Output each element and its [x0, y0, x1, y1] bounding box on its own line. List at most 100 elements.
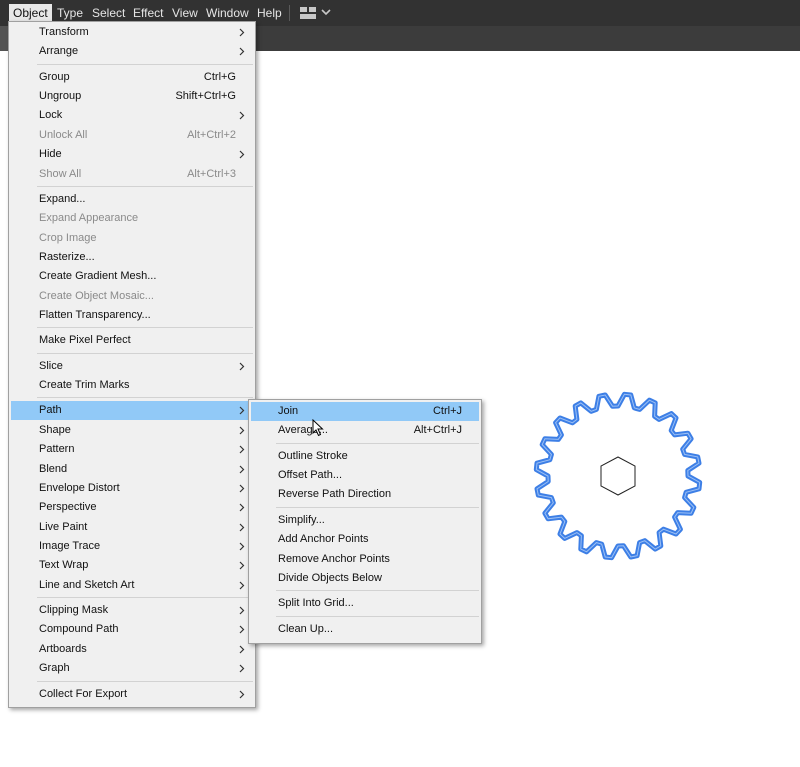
menu-item-label: Artboards	[39, 642, 87, 655]
workspace-layout-icon[interactable]	[300, 7, 316, 19]
menu-item-show-all[interactable]: Show All Alt+Ctrl+3	[11, 165, 253, 184]
menu-item-shortcut: Ctrl+G	[203, 70, 236, 83]
menu-item-reverse-path-direction[interactable]: Reverse Path Direction	[251, 485, 479, 504]
menu-item-graph[interactable]: Graph	[11, 659, 253, 678]
menu-object[interactable]: Object	[9, 4, 52, 22]
menu-item-add-anchor-points[interactable]: Add Anchor Points	[251, 530, 479, 549]
menu-item-perspective[interactable]: Perspective	[11, 498, 253, 517]
menu-item-label: Unlock All	[39, 128, 88, 141]
menu-item-clipping-mask[interactable]: Clipping Mask	[11, 601, 253, 620]
menu-item-label: Line and Sketch Art	[39, 578, 135, 591]
menu-item-text-wrap[interactable]: Text Wrap	[11, 556, 253, 575]
menu-item-simplify[interactable]: Simplify...	[251, 511, 479, 530]
menu-item-live-paint[interactable]: Live Paint	[11, 518, 253, 537]
chevron-down-icon[interactable]	[321, 3, 331, 24]
menu-window[interactable]: Window	[202, 4, 253, 22]
menu-item-label: Arrange	[39, 45, 79, 58]
menu-item-label: Collect For Export	[39, 687, 128, 700]
menu-item-label: Slice	[39, 359, 63, 372]
menu-item-line-and-sketch-art[interactable]: Line and Sketch Art	[11, 576, 253, 595]
menu-item-expand[interactable]: Expand...	[11, 190, 253, 209]
menu-item-lock[interactable]: Lock	[11, 106, 253, 125]
menu-item-shortcut: Alt+Ctrl+J	[413, 424, 462, 437]
menu-item-clean-up[interactable]: Clean Up...	[251, 620, 479, 639]
menu-item-shortcut: Shift+Ctrl+G	[175, 90, 236, 103]
menu-item-hide[interactable]: Hide	[11, 145, 253, 164]
menu-view[interactable]: View	[168, 4, 202, 22]
menu-item-label: Pattern	[39, 443, 75, 456]
menu-item-blend[interactable]: Blend	[11, 460, 253, 479]
menu-item-label: Create Gradient Mesh...	[39, 270, 157, 283]
menu-item-average[interactable]: Average... Alt+Ctrl+J	[251, 421, 479, 440]
menu-divider	[276, 615, 479, 617]
menu-item-unlock-all[interactable]: Unlock All Alt+Ctrl+2	[11, 126, 253, 145]
menu-item-create-gradient-mesh[interactable]: Create Gradient Mesh...	[11, 267, 253, 286]
menu-item-create-object-mosaic[interactable]: Create Object Mosaic...	[11, 287, 253, 306]
gear-outline-inner	[535, 393, 701, 559]
menu-item-label: Clipping Mask	[39, 604, 109, 617]
menu-item-ungroup[interactable]: Ungroup Shift+Ctrl+G	[11, 87, 253, 106]
menu-item-group[interactable]: Group Ctrl+G	[11, 68, 253, 87]
path-submenu: Join Ctrl+J Average... Alt+Ctrl+J Outline St…	[248, 399, 482, 644]
menu-item-label: Compound Path	[39, 623, 119, 636]
menu-item-join[interactable]: Join Ctrl+J	[251, 402, 479, 421]
menu-item-compound-path[interactable]: Compound Path	[11, 620, 253, 639]
menu-item-outline-stroke[interactable]: Outline Stroke	[251, 447, 479, 466]
menu-item-label: Image Trace	[39, 540, 101, 552]
menu-item-label: Text Wrap	[39, 559, 89, 572]
menu-item-collect-for-export[interactable]: Collect For Export	[11, 685, 253, 704]
document-tab-edge	[0, 26, 8, 51]
menu-item-pattern[interactable]: Pattern	[11, 440, 253, 459]
menu-item-label: Split Into Grid...	[278, 597, 354, 610]
menu-item-arrange[interactable]: Arrange	[11, 42, 253, 61]
menu-item-remove-anchor-points[interactable]: Remove Anchor Points	[251, 550, 479, 569]
selected-gear-artwork[interactable]	[530, 388, 706, 564]
menu-item-expand-appearance[interactable]: Expand Appearance	[11, 209, 253, 228]
menu-item-flatten-transparency[interactable]: Flatten Transparency...	[11, 306, 253, 325]
menu-item-crop-image[interactable]: Crop Image	[11, 229, 253, 248]
menu-effect[interactable]: Effect	[129, 4, 167, 22]
menu-item-shortcut: Ctrl+J	[432, 405, 462, 417]
menu-item-label: Join	[278, 405, 299, 417]
menu-divider	[276, 590, 479, 592]
menu-item-make-pixel-perfect[interactable]: Make Pixel Perfect	[11, 331, 253, 350]
menu-divider	[37, 597, 253, 599]
menu-item-label: Reverse Path Direction	[278, 488, 392, 501]
menu-item-offset-path[interactable]: Offset Path...	[251, 466, 479, 485]
menu-item-artboards[interactable]: Artboards	[11, 640, 253, 659]
menu-item-label: Add Anchor Points	[278, 533, 369, 546]
menu-item-label: Create Object Mosaic...	[39, 289, 154, 302]
menu-item-label: Expand...	[39, 192, 86, 205]
menu-item-label: Blend	[39, 462, 68, 475]
menu-item-label: Ungroup	[39, 90, 82, 103]
menu-item-path[interactable]: Path	[11, 401, 253, 421]
hexagon-shape	[600, 456, 636, 496]
menu-item-divide-objects-below[interactable]: Divide Objects Below	[251, 569, 479, 588]
menu-item-rasterize[interactable]: Rasterize...	[11, 248, 253, 267]
menu-item-label: Envelope Distort	[39, 481, 120, 494]
menu-item-image-trace[interactable]: Image Trace	[11, 537, 253, 556]
menu-type[interactable]: Type	[53, 4, 87, 22]
chevron-right-icon	[239, 685, 245, 711]
menu-select[interactable]: Select	[88, 4, 129, 22]
menu-item-label: Expand Appearance	[39, 212, 139, 225]
menu-item-label: Offset Path...	[278, 469, 342, 482]
menu-item-label: Lock	[39, 109, 63, 122]
menu-item-envelope-distort[interactable]: Envelope Distort	[11, 479, 253, 498]
object-menu: Transform Arrange Group Ctrl+G Ungroup Shift+…	[8, 21, 256, 708]
menu-item-label: Hide	[39, 148, 62, 161]
menu-item-label: Crop Image	[39, 231, 97, 244]
menu-item-create-trim-marks[interactable]: Create Trim Marks	[11, 376, 253, 395]
menu-item-label: Perspective	[39, 501, 97, 514]
menu-item-slice[interactable]: Slice	[11, 357, 253, 376]
menu-item-label: Simplify...	[278, 513, 325, 526]
menu-item-split-into-grid[interactable]: Split Into Grid...	[251, 594, 479, 613]
menu-help[interactable]: Help	[253, 4, 286, 22]
menu-item-label: Path	[39, 404, 62, 417]
menu-item-transform[interactable]: Transform	[11, 23, 253, 42]
menu-divider	[37, 185, 253, 187]
menu-item-shape[interactable]: Shape	[11, 421, 253, 440]
menu-item-label: Flatten Transparency...	[39, 309, 151, 322]
menu-divider	[276, 506, 479, 508]
menu-item-label: Create Trim Marks	[39, 379, 130, 392]
